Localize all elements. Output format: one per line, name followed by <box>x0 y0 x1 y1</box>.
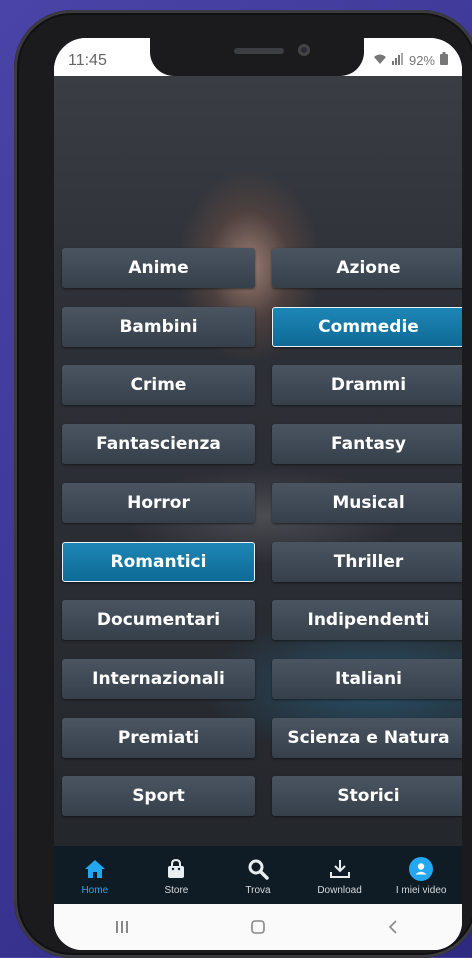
genre-button-romantici[interactable]: Romantici <box>62 541 255 582</box>
nav-item-my-videos[interactable]: I miei video <box>381 846 461 896</box>
nav-item-download[interactable]: Download <box>300 846 380 896</box>
bottom-navigation: Home Store Trova Download I miei video <box>54 846 462 904</box>
genre-button-sport[interactable]: Sport <box>62 776 255 817</box>
genre-button-crime[interactable]: Crime <box>62 365 255 406</box>
notch <box>150 38 364 76</box>
genre-button-documentari[interactable]: Documentari <box>62 600 255 641</box>
genre-button-musical[interactable]: Musical <box>272 482 462 523</box>
recent-apps-button[interactable] <box>102 912 142 942</box>
genre-content: Anime Azione Bambini Commedie Crime Drammi Fan… <box>54 76 462 846</box>
nav-label: I miei video <box>395 885 447 896</box>
home-system-button[interactable] <box>238 912 278 942</box>
genre-button-drammi[interactable]: Drammi <box>272 365 462 406</box>
genre-button-bambini[interactable]: Bambini <box>62 306 255 347</box>
speaker-grille <box>234 48 284 54</box>
nav-label: Download <box>317 885 362 896</box>
nav-item-search[interactable]: Trova <box>218 846 298 896</box>
nav-item-home[interactable]: Home <box>55 846 135 896</box>
back-button[interactable] <box>374 912 414 942</box>
genre-button-internazionali[interactable]: Internazionali <box>62 658 255 699</box>
nav-item-store[interactable]: Store <box>136 846 216 896</box>
battery-icon <box>440 52 448 68</box>
download-icon <box>327 856 353 882</box>
genre-button-indipendenti[interactable]: Indipendenti <box>272 600 462 641</box>
genre-button-horror[interactable]: Horror <box>62 482 255 523</box>
genre-button-scienza-e-natura[interactable]: Scienza e Natura <box>272 717 462 758</box>
genre-button-commedie[interactable]: Commedie <box>272 306 462 347</box>
shopping-bag-icon <box>163 856 189 882</box>
nav-label: Home <box>81 885 109 896</box>
phone-frame: 11:45 92% Anime Azione Bambini Commedie Crim… <box>14 10 472 958</box>
genre-grid: Anime Azione Bambini Commedie Crime Drammi Fan… <box>54 76 462 846</box>
signal-icon <box>391 52 404 68</box>
status-time: 11:45 <box>68 52 107 69</box>
genre-button-fantascienza[interactable]: Fantascienza <box>62 424 255 465</box>
wifi-icon <box>373 53 387 68</box>
genre-button-azione[interactable]: Azione <box>272 248 462 288</box>
genre-button-premiati[interactable]: Premiati <box>62 717 255 758</box>
genre-button-storici[interactable]: Storici <box>272 776 462 817</box>
recent-apps-icon <box>116 921 128 933</box>
home-square-icon <box>251 920 265 934</box>
genre-button-italiani[interactable]: Italiani <box>272 658 462 699</box>
phone-screen: 11:45 92% Anime Azione Bambini Commedie Crim… <box>54 38 462 950</box>
genre-button-anime[interactable]: Anime <box>62 248 255 288</box>
battery-percent: 92% <box>408 52 435 68</box>
genre-button-thriller[interactable]: Thriller <box>272 541 462 582</box>
nav-label: Store <box>164 885 189 896</box>
search-icon <box>245 856 271 882</box>
front-camera-icon <box>298 44 310 56</box>
profile-icon <box>408 856 434 882</box>
genre-button-fantasy[interactable]: Fantasy <box>272 424 462 465</box>
status-indicators: 92% <box>373 52 448 68</box>
nav-label: Trova <box>245 885 271 896</box>
back-chevron-icon <box>388 920 397 934</box>
system-navigation-bar <box>54 904 462 950</box>
home-icon <box>82 856 108 882</box>
